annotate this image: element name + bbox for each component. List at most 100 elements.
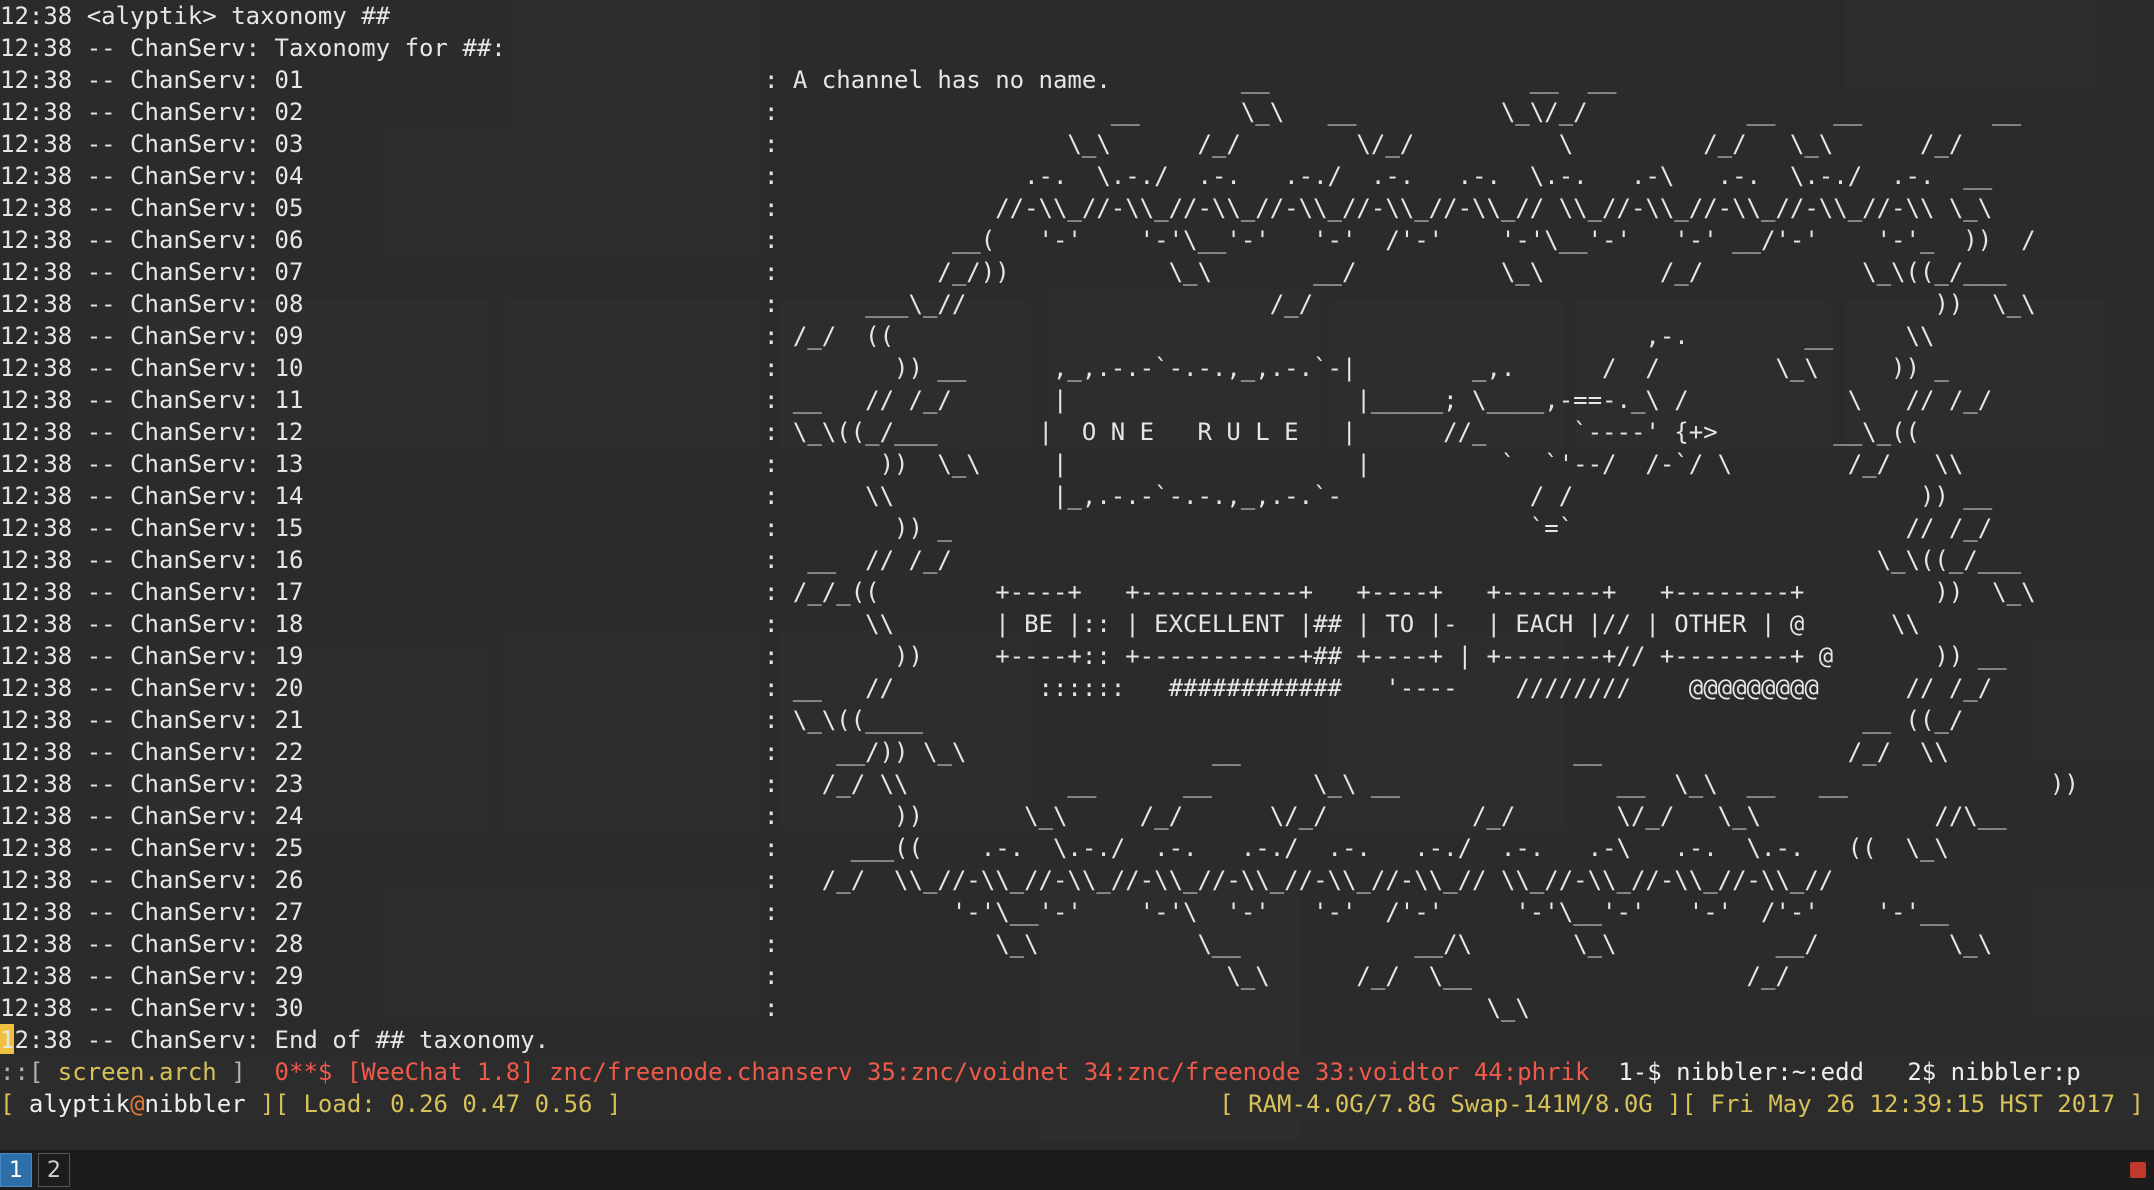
chat-line: 12:38 -- ChanServ: 11 : __ // /_/ | |____… bbox=[0, 384, 2154, 416]
chat-line: 12:38 -- ChanServ: 30 : \_\ bbox=[0, 992, 2154, 1024]
chat-line: 12:38 -- ChanServ: End of ## taxonomy. bbox=[0, 1026, 550, 1054]
line-prefix: 12:38 -- ChanServ: 18 bbox=[0, 610, 304, 638]
info-bracket: ] bbox=[592, 1090, 622, 1118]
terminal-window[interactable]: 12:38 <alyptik> taxonomy ## 12:38 -- Cha… bbox=[0, 0, 2154, 1150]
at-sign: @ bbox=[130, 1090, 145, 1118]
line-message: : \_\ /_/ \/_/ \ /_/ \_\ /_/ bbox=[764, 130, 1964, 158]
line-prefix: 12:38 -- ChanServ: 14 bbox=[0, 482, 304, 510]
chat-line: 12:38 -- ChanServ: 25: ___(( .-. \.-./ .… bbox=[0, 832, 2154, 864]
memory-usage: RAM-4.0G/7.8G Swap-141M/8.0G bbox=[1248, 1090, 1653, 1118]
line-prefix: 12:38 -- ChanServ: 28 bbox=[0, 930, 304, 958]
line-prefix: 12:38 -- ChanServ: 29 bbox=[0, 962, 304, 990]
line-prefix: 12:38 -- ChanServ: 06 bbox=[0, 226, 304, 254]
chat-line: 12:38 -- ChanServ: 27: '-'\__'-' '-'\ '-… bbox=[0, 896, 2154, 928]
line-prefix: 12:38 -- ChanServ: 03 bbox=[0, 130, 304, 158]
line-prefix: 12:38 -- ChanServ: 13 bbox=[0, 450, 304, 478]
line-prefix: 12:38 -- ChanServ: 21 bbox=[0, 706, 304, 734]
line-prefix: 12:38 -- ChanServ: 11 bbox=[0, 386, 304, 414]
line-prefix: 12:38 -- ChanServ: 07 bbox=[0, 258, 304, 286]
chat-line: 12:38 -- ChanServ: 16 : __ // /_/ \_\((_/… bbox=[0, 544, 2154, 576]
chat-line: 12:38 -- ChanServ: 13 : )) \_\ | | ` `'--… bbox=[0, 448, 2154, 480]
line-message: : \_\ \__ __/\ \_\ __/ \_\ bbox=[764, 930, 1993, 958]
chat-line: 12:38 -- ChanServ: 02: __ \_\ __ \_\/_/ … bbox=[0, 96, 2154, 128]
info-bracket: ][ bbox=[245, 1090, 304, 1118]
line-message: : __/)) \_\ __ __ /_/ \\ bbox=[764, 738, 1949, 766]
line-message: : )) \_\ /_/ \/_/ /_/ \/_/ \_\ //\__ bbox=[764, 802, 2007, 830]
line-message: : .-. \.-./ .-. .-./ .-. .-. \.-. .-\ .-… bbox=[764, 162, 1993, 190]
tray-app-icon[interactable] bbox=[2130, 1162, 2146, 1178]
line-prefix: 12:38 -- ChanServ: 09 bbox=[0, 322, 304, 350]
line-message: : /_/_(( +----+ +-----------+ +----+ +--… bbox=[764, 578, 2036, 606]
line-message: : __ // :::::: ############ '---- //////… bbox=[764, 674, 1993, 702]
status-bracket: ] bbox=[216, 1058, 275, 1086]
line-prefix: 12:38 -- ChanServ: 24 bbox=[0, 802, 304, 830]
line-message: : )) +----+:: +-----------+## +----+ | +… bbox=[764, 642, 2007, 670]
chat-line: 12:38 <alyptik> taxonomy ## bbox=[0, 2, 391, 30]
line-message: : __ // /_/ | |_____; \____,-==-._\ / \ … bbox=[764, 386, 1993, 414]
line-prefix: 12:38 -- ChanServ: 17 bbox=[0, 578, 304, 606]
chat-line: 12:38 -- ChanServ: 12: \_\((_/___ | O N … bbox=[0, 416, 2154, 448]
chat-line: 12:38 -- ChanServ: 03 : \_\ /_/ \/_/ \ /_… bbox=[0, 128, 2154, 160]
line-message: : )) __ ,_,.-.-`-.-.,_,.-.`-| _,. / / \_… bbox=[764, 354, 1949, 382]
screen-status-bar: ::[ screen.arch ] 0**$ [WeeChat 1.8] znc… bbox=[0, 1056, 2154, 1088]
chat-line: 12:38 -- ChanServ: 05: //-\\_//-\\_//-\\… bbox=[0, 192, 2154, 224]
other-windows[interactable]: 1-$ nibbler:~:edd 2$ nibbler:p bbox=[1589, 1058, 2080, 1086]
line-message: : /_/ \\_//-\\_//-\\_//-\\_//-\\_//-\\_/… bbox=[764, 866, 1834, 894]
chat-line: 12:38 -- ChanServ: 21 : \_\((____ __ ((_/ bbox=[0, 704, 2154, 736]
info-bracket: ][ bbox=[1652, 1090, 1711, 1118]
line-prefix: 12:38 -- ChanServ: 01 bbox=[0, 66, 304, 94]
line-message: : /_/ \\ __ __ \_\ __ __ \_\ __ __ )) bbox=[764, 770, 2079, 798]
line-prefix: 12:38 -- ChanServ: 25 bbox=[0, 834, 304, 862]
active-window[interactable]: 0**$ [WeeChat 1.8] znc/freenode.chanserv… bbox=[275, 1058, 1590, 1086]
line-message: : \_\ /_/ \__ /_/ bbox=[764, 962, 1790, 990]
line-message: : )) \_\ | | ` `'--/ /-`/ \ /_/ \\ bbox=[764, 450, 1964, 478]
system-stats: [ RAM-4.0G/7.8G Swap-141M/8.0G ][ Fri Ma… bbox=[1219, 1088, 2144, 1120]
chat-line: 12:38 -- ChanServ: 19 : )) +----+:: +----… bbox=[0, 640, 2154, 672]
load-label: Load: bbox=[303, 1090, 391, 1118]
taskbar: 1 2 bbox=[0, 1150, 2154, 1190]
line-message: : A channel has no name. __ __ __ bbox=[764, 66, 1617, 94]
chat-line: 12:38 -- ChanServ: 20 : __ // :::::: ####… bbox=[0, 672, 2154, 704]
line-prefix: 12:38 -- ChanServ: 08 bbox=[0, 290, 304, 318]
info-bracket: [ bbox=[1219, 1090, 1249, 1118]
line-message: : /_/ (( ,-. __ \\ bbox=[764, 322, 1935, 350]
line-message: : __( '-' '-'\__'-' '-' /'-' '-'\__'-' '… bbox=[764, 226, 2036, 254]
chat-line: 12:38 -- ChanServ: 22 : __/)) \_\ __ __ /… bbox=[0, 736, 2154, 768]
line-prefix: 12:38 -- ChanServ: 16 bbox=[0, 546, 304, 574]
line-prefix: 12:38 -- ChanServ: 04 bbox=[0, 162, 304, 190]
chat-line: 12:38 -- ChanServ: 18: \\ | BE |:: | EXC… bbox=[0, 608, 2154, 640]
info-bracket: ] bbox=[2115, 1090, 2144, 1118]
workspace-2-button[interactable]: 2 bbox=[38, 1153, 70, 1187]
chat-line: 12:38 -- ChanServ: 08: ___\_// /_/ )) \_… bbox=[0, 288, 2154, 320]
chat-line: 12:38 -- ChanServ: 17 : /_/_(( +----+ +--… bbox=[0, 576, 2154, 608]
chat-line: 12:38 -- ChanServ: 26 : /_/ \\_//-\\_//-\… bbox=[0, 864, 2154, 896]
line-message: : \_\((____ __ ((_/ bbox=[764, 706, 1964, 734]
clock: Fri May 26 12:39:15 HST 2017 bbox=[1710, 1090, 2116, 1118]
line-message: : \\ |_,.-.-`-.-.,_,.-.`- / / )) __ bbox=[764, 482, 1993, 510]
line-prefix: 12:38 -- ChanServ: 22 bbox=[0, 738, 304, 766]
line-message: : __ // /_/ \_\((_/___ bbox=[764, 546, 2022, 574]
line-message: : )) _ `=` // /_/ bbox=[764, 514, 1993, 542]
load-values: 0.26 0.47 0.56 bbox=[390, 1090, 593, 1118]
chat-line: 12:38 -- ChanServ: 23 : /_/ \\ __ __ \_\ … bbox=[0, 768, 2154, 800]
hostname: nibbler bbox=[144, 1090, 246, 1118]
chat-line: 12:38 -- ChanServ: 10 : )) __ ,_,.-.-`-.-… bbox=[0, 352, 2154, 384]
chat-line: 12:38 -- ChanServ: 06 : __( '-' '-'\__'-'… bbox=[0, 224, 2154, 256]
chat-line: 12:38 -- ChanServ: 28 : \_\ \__ __/\ \_\ … bbox=[0, 928, 2154, 960]
session-name[interactable]: screen.arch bbox=[58, 1058, 217, 1086]
line-prefix: 12:38 -- ChanServ: 23 bbox=[0, 770, 304, 798]
line-message: : __ \_\ __ \_\/_/ __ __ __ bbox=[764, 98, 2022, 126]
chat-line: 12:38 -- ChanServ: 04 : .-. \.-./ .-. .-.… bbox=[0, 160, 2154, 192]
line-prefix: 12:38 -- ChanServ: 30 bbox=[0, 994, 304, 1022]
chat-line: 12:38 -- ChanServ: 07: /_/)) \_\ __/ \_\… bbox=[0, 256, 2154, 288]
line-prefix: 12:38 -- ChanServ: 20 bbox=[0, 674, 304, 702]
line-message: : \_\ bbox=[764, 994, 1530, 1022]
line-prefix: 12:38 -- ChanServ: 19 bbox=[0, 642, 304, 670]
chat-line: 12:38 -- ChanServ: 14 : \\ |_,.-.-`-.-.,_… bbox=[0, 480, 2154, 512]
chat-line: 12:38 -- ChanServ: 01 : A channel has no … bbox=[0, 64, 2154, 96]
username: alyptik bbox=[28, 1090, 131, 1118]
line-prefix: 12:38 -- ChanServ: 26 bbox=[0, 866, 304, 894]
line-prefix: 12:38 -- ChanServ: 27 bbox=[0, 898, 304, 926]
line-prefix: 12:38 -- ChanServ: 10 bbox=[0, 354, 304, 382]
workspace-1-button[interactable]: 1 bbox=[0, 1153, 32, 1187]
